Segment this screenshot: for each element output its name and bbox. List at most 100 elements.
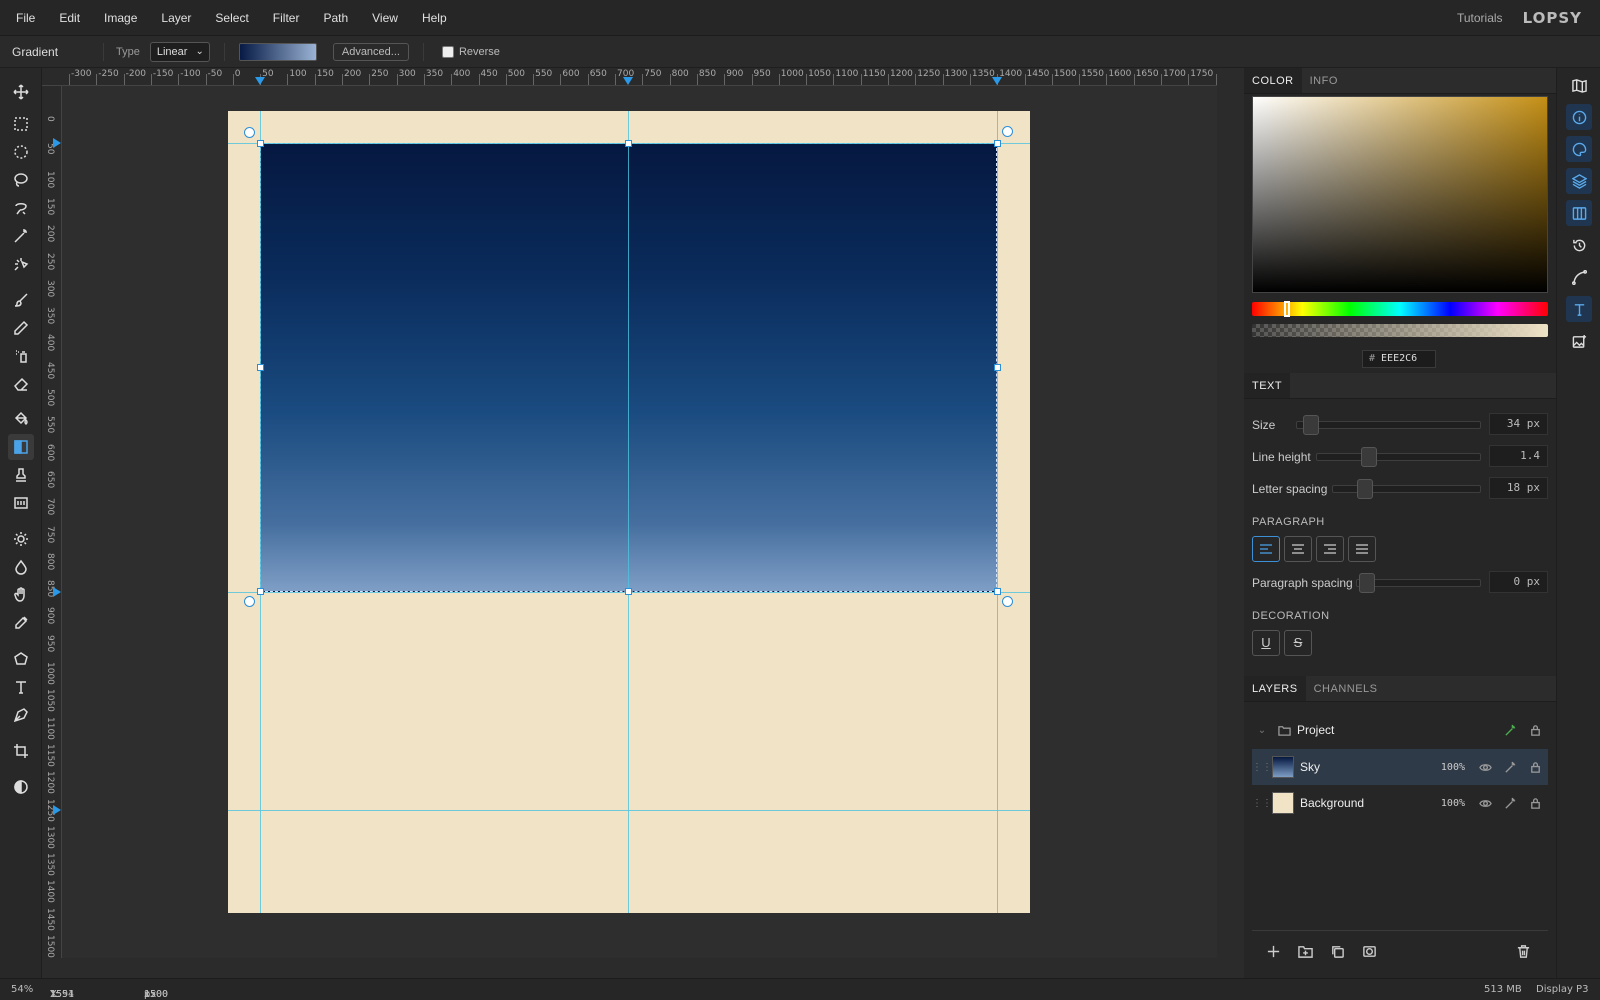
marquee-rect-tool[interactable] bbox=[8, 111, 34, 137]
transform-handle[interactable] bbox=[625, 588, 632, 595]
hue-slider[interactable] bbox=[1252, 301, 1548, 317]
channels-panel-button[interactable] bbox=[1566, 200, 1592, 226]
hex-input[interactable]: # EEE2C6 bbox=[1362, 350, 1436, 368]
tab-layers[interactable]: LAYERS bbox=[1244, 676, 1306, 701]
navigator-button[interactable] bbox=[1566, 72, 1592, 98]
transform-handle[interactable] bbox=[625, 140, 632, 147]
align-right-button[interactable] bbox=[1316, 536, 1344, 562]
hand-tool[interactable] bbox=[8, 582, 34, 608]
guide-marker[interactable] bbox=[992, 77, 1002, 85]
eye-icon[interactable] bbox=[1473, 797, 1498, 810]
contrast-tool[interactable] bbox=[8, 774, 34, 800]
rotate-handle[interactable] bbox=[244, 127, 255, 138]
guide-vertical[interactable] bbox=[260, 111, 261, 913]
marquee-ellipse-tool[interactable] bbox=[8, 139, 34, 165]
image-panel-button[interactable] bbox=[1566, 328, 1592, 354]
layer-row-background[interactable]: ⋮⋮ Background 100% bbox=[1252, 785, 1548, 821]
zoom-level[interactable]: 54% bbox=[11, 984, 33, 995]
tab-info[interactable]: INFO bbox=[1302, 68, 1346, 93]
duplicate-layer-button[interactable] bbox=[1326, 940, 1348, 962]
align-justify-button[interactable] bbox=[1348, 536, 1376, 562]
chevron-down-icon[interactable]: ⌄ bbox=[1252, 725, 1272, 736]
lock-icon[interactable] bbox=[1523, 761, 1548, 774]
text-panel-button[interactable] bbox=[1566, 296, 1592, 322]
guide-horizontal[interactable] bbox=[228, 810, 1030, 811]
effects-icon[interactable] bbox=[1498, 724, 1523, 737]
gradient-preview-swatch[interactable] bbox=[238, 42, 317, 61]
size-slider[interactable] bbox=[1296, 415, 1481, 435]
guide-vertical[interactable] bbox=[628, 111, 629, 913]
effects-icon[interactable] bbox=[1498, 797, 1523, 810]
add-layer-button[interactable] bbox=[1262, 940, 1284, 962]
dodge-tool[interactable] bbox=[8, 526, 34, 552]
advanced-button[interactable]: Advanced... bbox=[332, 42, 409, 61]
align-center-button[interactable] bbox=[1284, 536, 1312, 562]
document-canvas[interactable] bbox=[228, 111, 1030, 913]
lock-icon[interactable] bbox=[1523, 797, 1548, 810]
guide-marker[interactable] bbox=[53, 138, 61, 148]
menu-path[interactable]: Path bbox=[311, 0, 360, 36]
guide-marker[interactable] bbox=[623, 77, 633, 85]
line-height-input[interactable]: 1.4 bbox=[1489, 445, 1548, 467]
line-height-slider[interactable] bbox=[1316, 447, 1481, 467]
transform-handle[interactable] bbox=[257, 140, 264, 147]
layer-opacity[interactable]: 100% bbox=[1431, 798, 1465, 809]
size-slider-knob[interactable] bbox=[1303, 415, 1319, 435]
paths-panel-button[interactable] bbox=[1566, 264, 1592, 290]
delete-layer-button[interactable] bbox=[1512, 940, 1534, 962]
guide-vertical[interactable] bbox=[997, 111, 998, 913]
tab-color[interactable]: COLOR bbox=[1244, 68, 1302, 93]
magnetic-lasso-tool[interactable] bbox=[8, 195, 34, 221]
transform-handle[interactable] bbox=[994, 588, 1001, 595]
ruler-top[interactable]: -300 -250 -200 -150 -100 -50 0 50 100 150 200 250 30… bbox=[42, 68, 1217, 86]
alpha-slider[interactable] bbox=[1252, 324, 1548, 337]
effects-icon[interactable] bbox=[1498, 761, 1523, 774]
letter-spacing-slider-knob[interactable] bbox=[1357, 479, 1373, 499]
reverse-checkbox-box[interactable] bbox=[441, 45, 454, 58]
blur-tool[interactable] bbox=[8, 554, 34, 580]
transform-handle[interactable] bbox=[994, 364, 1001, 371]
move-tool[interactable] bbox=[8, 79, 34, 105]
tab-text[interactable]: TEXT bbox=[1244, 373, 1291, 398]
brush-tool[interactable] bbox=[8, 287, 34, 313]
strikethrough-button[interactable]: S bbox=[1284, 630, 1312, 656]
menu-help[interactable]: Help bbox=[410, 0, 459, 36]
text-tool[interactable] bbox=[8, 674, 34, 700]
menu-image[interactable]: Image bbox=[92, 0, 149, 36]
rotate-handle[interactable] bbox=[244, 596, 255, 607]
guide-marker[interactable] bbox=[53, 587, 61, 597]
add-group-button[interactable] bbox=[1294, 940, 1316, 962]
magic-wand-tool[interactable] bbox=[8, 223, 34, 249]
line-height-slider-knob[interactable] bbox=[1361, 447, 1377, 467]
pencil-tool[interactable] bbox=[8, 315, 34, 341]
paragraph-spacing-slider-knob[interactable] bbox=[1359, 573, 1375, 593]
lasso-tool[interactable] bbox=[8, 167, 34, 193]
spray-tool[interactable] bbox=[8, 343, 34, 369]
info-panel-button[interactable] bbox=[1566, 104, 1592, 130]
size-input[interactable]: 34 px bbox=[1489, 413, 1548, 435]
transform-handle[interactable] bbox=[257, 364, 264, 371]
ruler-left[interactable]: 0 50 100 150 200 250 300 350 400 450 500 550 600 650 7… bbox=[42, 86, 62, 958]
align-left-button[interactable] bbox=[1252, 536, 1280, 562]
tab-channels[interactable]: CHANNELS bbox=[1306, 676, 1386, 701]
menu-view[interactable]: View bbox=[360, 0, 410, 36]
layer-opacity[interactable]: 100% bbox=[1431, 762, 1465, 773]
paragraph-spacing-input[interactable]: 0 px bbox=[1489, 571, 1548, 593]
underline-button[interactable]: U bbox=[1252, 630, 1280, 656]
mask-layer-button[interactable] bbox=[1358, 940, 1380, 962]
letter-spacing-slider[interactable] bbox=[1332, 479, 1481, 499]
drag-handle-icon[interactable]: ⋮⋮ bbox=[1252, 762, 1272, 773]
layer-row-sky[interactable]: ⋮⋮ Sky 100% bbox=[1252, 749, 1548, 785]
menu-layer[interactable]: Layer bbox=[149, 0, 203, 36]
layers-panel-button[interactable] bbox=[1566, 168, 1592, 194]
rotate-handle[interactable] bbox=[1002, 126, 1013, 137]
paragraph-spacing-slider[interactable] bbox=[1356, 573, 1481, 593]
shape-tool[interactable] bbox=[8, 646, 34, 672]
transform-handle[interactable] bbox=[994, 140, 1001, 147]
eye-icon[interactable] bbox=[1473, 761, 1498, 774]
guide-marker[interactable] bbox=[53, 805, 61, 815]
drag-handle-icon[interactable]: ⋮⋮ bbox=[1252, 798, 1272, 809]
guide-marker[interactable] bbox=[255, 77, 265, 85]
crop-tool[interactable] bbox=[8, 738, 34, 764]
rotate-handle[interactable] bbox=[1002, 596, 1013, 607]
